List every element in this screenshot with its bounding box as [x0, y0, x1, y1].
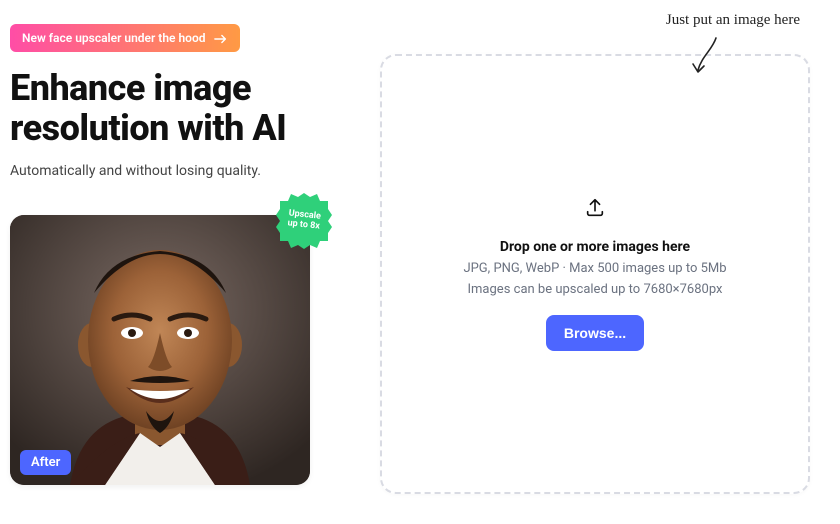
example-image-card: Upscale up to 8x After	[10, 215, 310, 485]
promo-label: New face upscaler under the hood	[22, 31, 206, 45]
example-image	[10, 215, 310, 485]
hand-arrow-icon	[688, 36, 722, 78]
dropzone-formats: JPG, PNG, WebP · Max 500 images up to 5M…	[463, 261, 726, 276]
dropzone-max: Images can be upscaled up to 7680×7680px	[468, 282, 723, 297]
promo-badge[interactable]: New face upscaler under the hood	[10, 24, 240, 52]
upscale-sticker: Upscale up to 8x	[276, 193, 332, 249]
arrow-right-icon	[214, 33, 228, 43]
handwriting-callout: Just put an image here	[666, 12, 800, 29]
after-chip: After	[20, 450, 71, 475]
page-subtitle: Automatically and without losing quality…	[10, 163, 340, 179]
sticker-text: Upscale up to 8x	[287, 209, 321, 233]
browse-button[interactable]: Browse...	[546, 315, 644, 351]
upload-icon	[584, 197, 606, 223]
page-title: Enhance image resolution with AI	[10, 68, 340, 149]
dropzone-title: Drop one or more images here	[500, 239, 690, 255]
dropzone[interactable]: Drop one or more images here JPG, PNG, W…	[380, 54, 810, 494]
